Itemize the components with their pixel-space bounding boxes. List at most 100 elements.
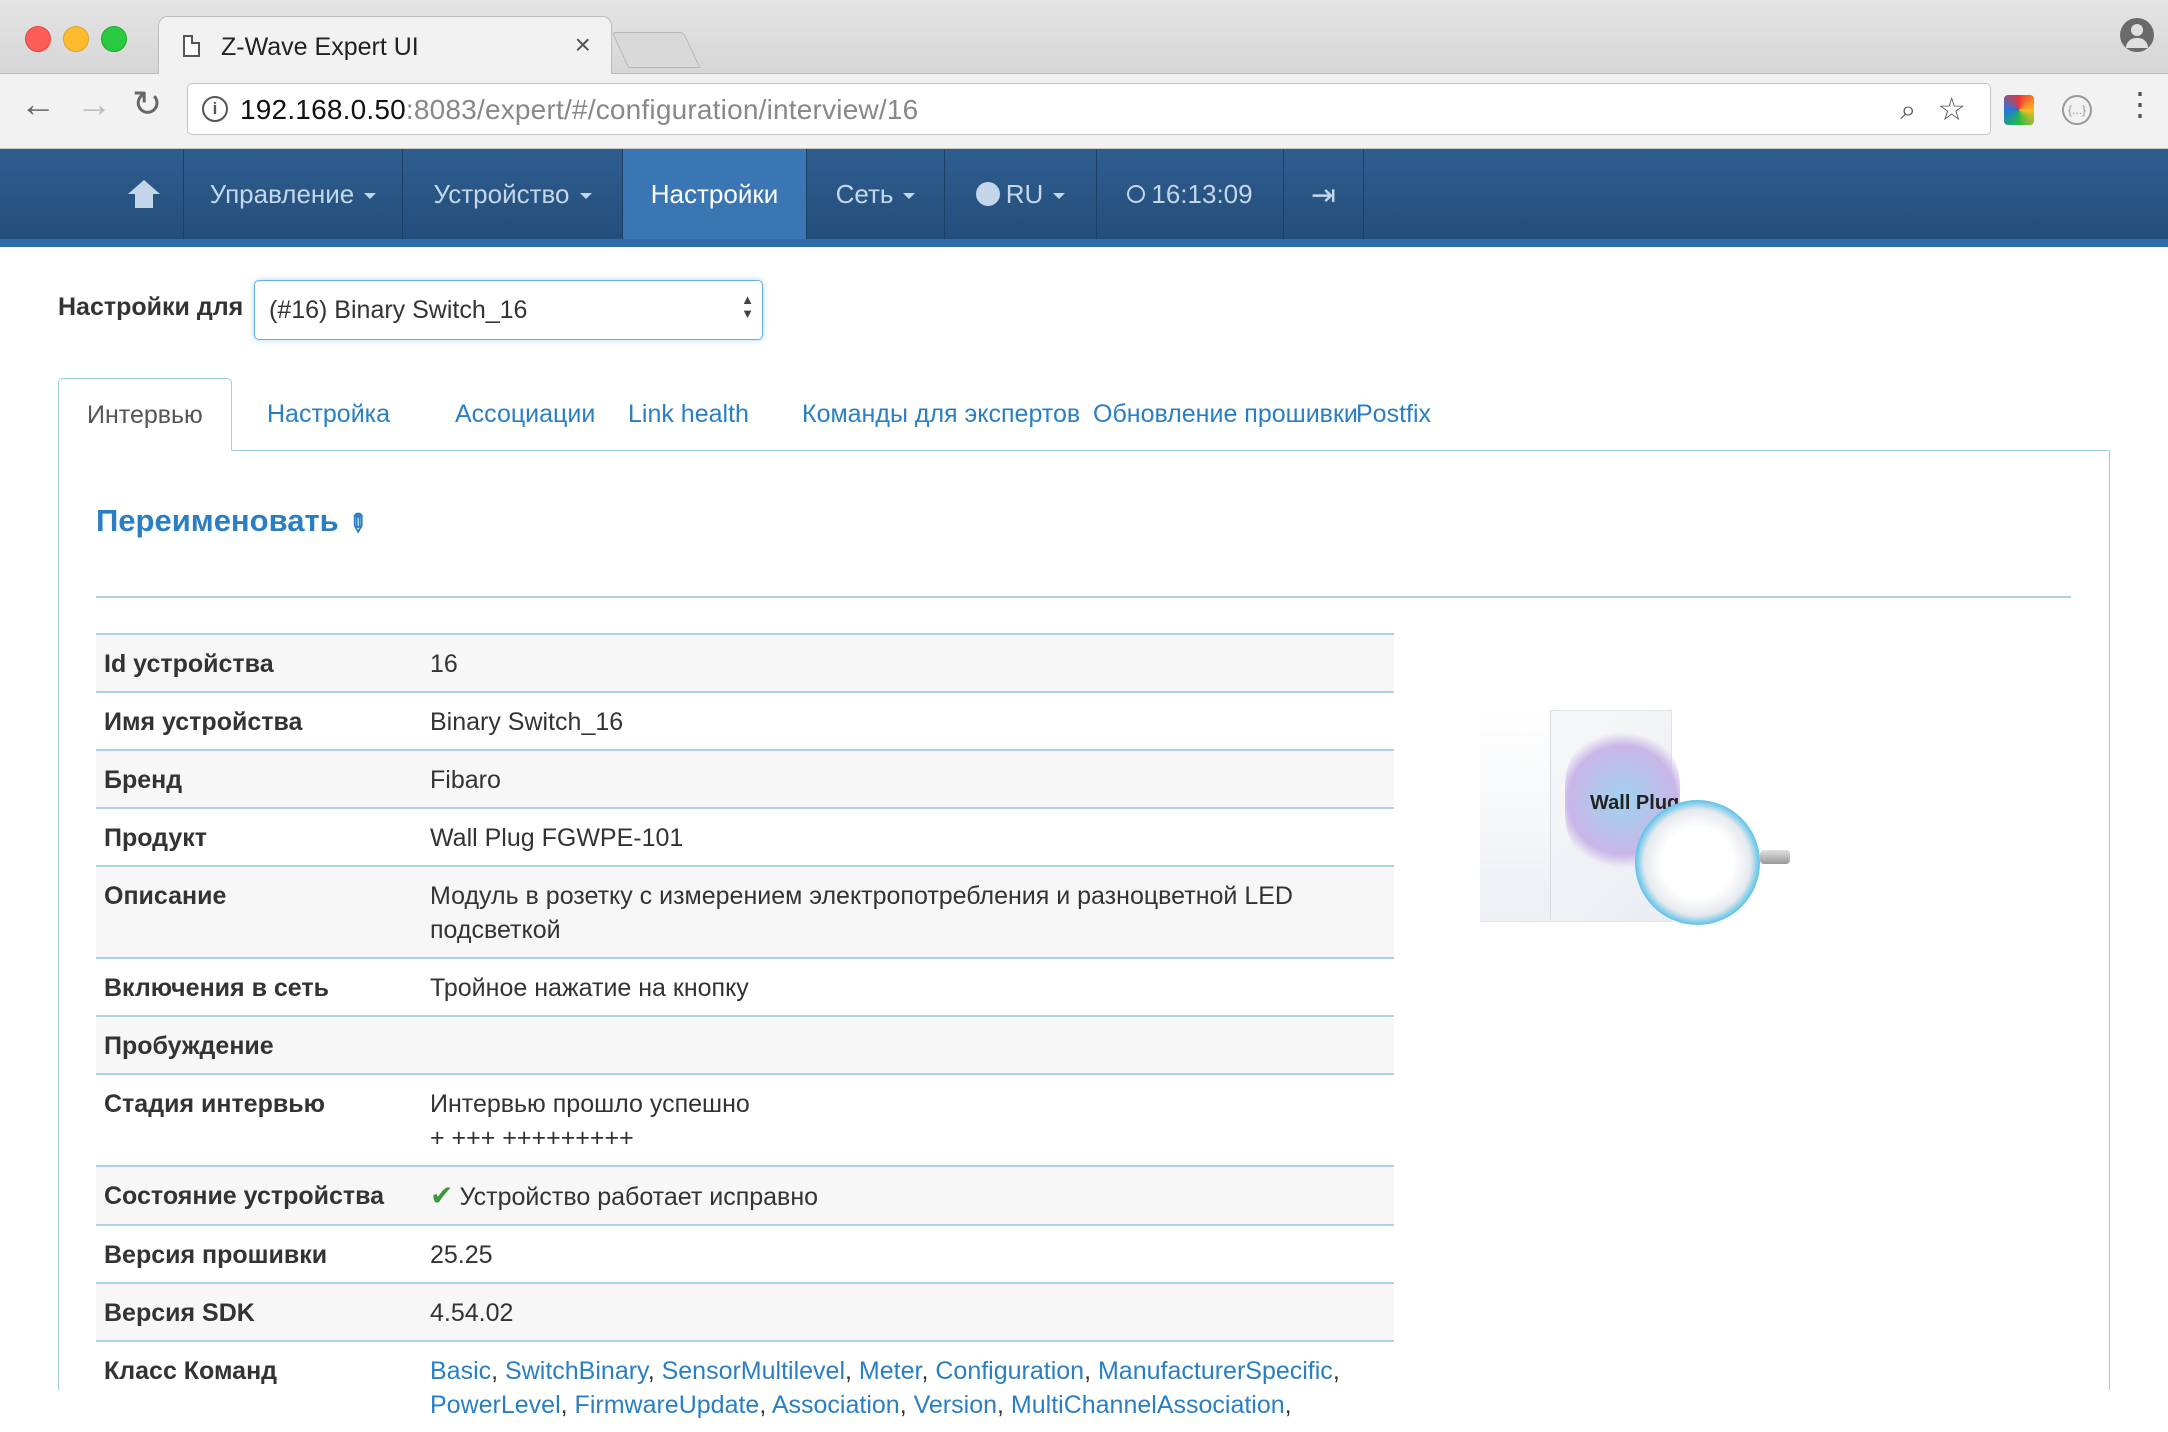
cmd-class-link[interactable]: ManufacturerSpecific [1098,1357,1333,1385]
row-key: Включения в сеть [96,957,422,1016]
nav-management[interactable]: Управление [184,149,403,239]
browser-menu-icon[interactable]: ⋮ [2124,88,2156,120]
address-bar[interactable]: i 192.168.0.50:8083/expert/#/configurati… [187,83,1991,135]
device-state-text: Устройство работает исправно [459,1183,819,1211]
cmd-class-link[interactable]: FirmwareUpdate [575,1391,760,1419]
close-window-button[interactable] [25,26,51,52]
close-tab-icon[interactable]: × [575,29,591,61]
tab-configuration[interactable]: Настройка [239,378,418,450]
row-key: Пробуждение [96,1015,422,1074]
table-row: Описание Модуль в розетку с измерением э… [96,865,1394,958]
plug-pin [1760,850,1790,864]
nav-device[interactable]: Устройство [403,149,623,239]
device-info-table: Id устройства 16 Имя устройства Binary S… [96,633,1394,1432]
row-value: 4.54.02 [422,1282,1394,1341]
nav-clock: 16:13:09 [1097,149,1284,239]
browser-tab[interactable]: Z-Wave Expert UI × [158,16,612,75]
row-value: ✔ Устройство работает исправно [422,1165,1394,1225]
table-row: Пробуждение [96,1015,1394,1074]
tab-associations[interactable]: Ассоциации [427,378,623,450]
row-key: Стадия интервью [96,1073,422,1166]
divider [96,596,2071,598]
table-row: Бренд Fibaro [96,749,1394,808]
table-row: Продукт Wall Plug FGWPE-101 [96,807,1394,866]
interview-status: Интервью прошло успешно [430,1090,750,1118]
nav-network[interactable]: Сеть [807,149,945,239]
caret-down-icon [364,193,377,200]
row-key: Описание [96,865,422,958]
row-value: Тройное нажатие на кнопку [422,957,1394,1016]
cmd-class-link[interactable]: Configuration [935,1357,1084,1385]
info-icon[interactable]: i [202,96,228,122]
table-row: Имя устройства Binary Switch_16 [96,691,1394,750]
forward-arrow-icon[interactable]: → [76,86,112,122]
row-value: Wall Plug FGWPE-101 [422,807,1394,866]
profile-icon[interactable] [2120,18,2154,52]
row-value: Binary Switch_16 [422,691,1394,750]
table-row: Id устройства 16 [96,633,1394,692]
table-row: Версия прошивки 25.25 [96,1224,1394,1283]
url-text: 192.168.0.50:8083/expert/#/configuration… [240,94,919,125]
cmd-class-link[interactable]: MultiChannelAssociation [1011,1391,1285,1419]
device-select[interactable]: (#16) Binary Switch_16 ▲ ▼ [254,280,763,340]
row-key: Id устройства [96,633,422,692]
bookmark-star-icon[interactable]: ☆ [1937,90,1966,128]
row-value: 16 [422,633,1394,692]
zoom-icon[interactable]: ⌕ [1900,94,1916,127]
device-select-value: (#16) Binary Switch_16 [269,296,528,324]
settings-for-label: Настройки для [58,293,244,321]
tabs-bar: Интервью Настройка Ассоциации Link healt… [58,378,2110,451]
interview-progress: + +++ +++++++++ [430,1124,634,1152]
cmd-class-link[interactable]: PowerLevel [430,1391,561,1419]
cmd-class-link[interactable]: SwitchBinary [505,1357,648,1385]
select-arrows-icon: ▲ ▼ [741,292,754,321]
command-class-list: Basic, SwitchBinary, SensorMultilevel, M… [422,1340,1394,1432]
globe-icon [975,182,1000,207]
wall-plug [1635,800,1760,925]
home-icon [127,180,160,209]
row-key: Имя устройства [96,691,422,750]
row-value: Fibaro [422,749,1394,808]
page-icon [183,35,200,57]
row-key: Версия SDK [96,1282,422,1341]
row-value [422,1015,1394,1074]
new-tab-button[interactable] [611,32,701,68]
tab-interview[interactable]: Интервью [58,378,232,451]
row-value: Модуль в розетку с измерением электропот… [422,865,1394,958]
cmd-class-link[interactable]: Association [772,1391,900,1419]
check-icon: ✔ [430,1180,454,1211]
cmd-class-link[interactable]: Basic [430,1357,491,1385]
rename-link[interactable]: Переименовать✎ [96,503,373,540]
caret-down-icon [579,193,592,200]
back-arrow-icon[interactable]: ← [20,86,56,122]
tab-link-health[interactable]: Link health [600,378,777,450]
reload-icon[interactable]: ↻ [132,86,162,122]
browser-tab-title: Z-Wave Expert UI [221,33,419,61]
row-key: Бренд [96,749,422,808]
row-key: Состояние устройства [96,1165,422,1225]
json-extension-icon[interactable]: {...} [2062,95,2092,125]
browser-toolbar: ← → ↻ i 192.168.0.50:8083/expert/#/confi… [0,74,2168,149]
clock-icon [1127,185,1146,204]
logout-button[interactable]: ⇥ [1284,149,1364,239]
minimize-window-button[interactable] [63,26,89,52]
row-value: Интервью прошло успешно + +++ +++++++++ [422,1073,1394,1166]
cmd-class-link[interactable]: Version [914,1391,997,1419]
cmd-class-link[interactable]: Meter [859,1357,922,1385]
nav-settings[interactable]: Настройки [623,149,807,239]
cmd-class-link[interactable]: SensorMultilevel [662,1357,845,1385]
zoom-window-button[interactable] [101,26,127,52]
nav-language[interactable]: RU [945,149,1097,239]
tab-expert-commands[interactable]: Команды для экспертов [774,378,1108,450]
row-key: Продукт [96,807,422,866]
row-key: Версия прошивки [96,1224,422,1283]
table-row: Состояние устройства ✔ Устройство работае… [96,1165,1394,1225]
logout-icon: ⇥ [1310,179,1337,213]
home-button[interactable] [104,149,184,239]
product-box-side [1480,710,1551,920]
product-image: Wall Plug [1470,690,1820,970]
caret-down-icon [1053,193,1066,200]
app-navbar: Управление Устройство Настройки Сеть RU … [0,149,2168,247]
tab-postfix[interactable]: Postfix [1328,378,1459,450]
extension-icon[interactable] [2004,95,2034,125]
